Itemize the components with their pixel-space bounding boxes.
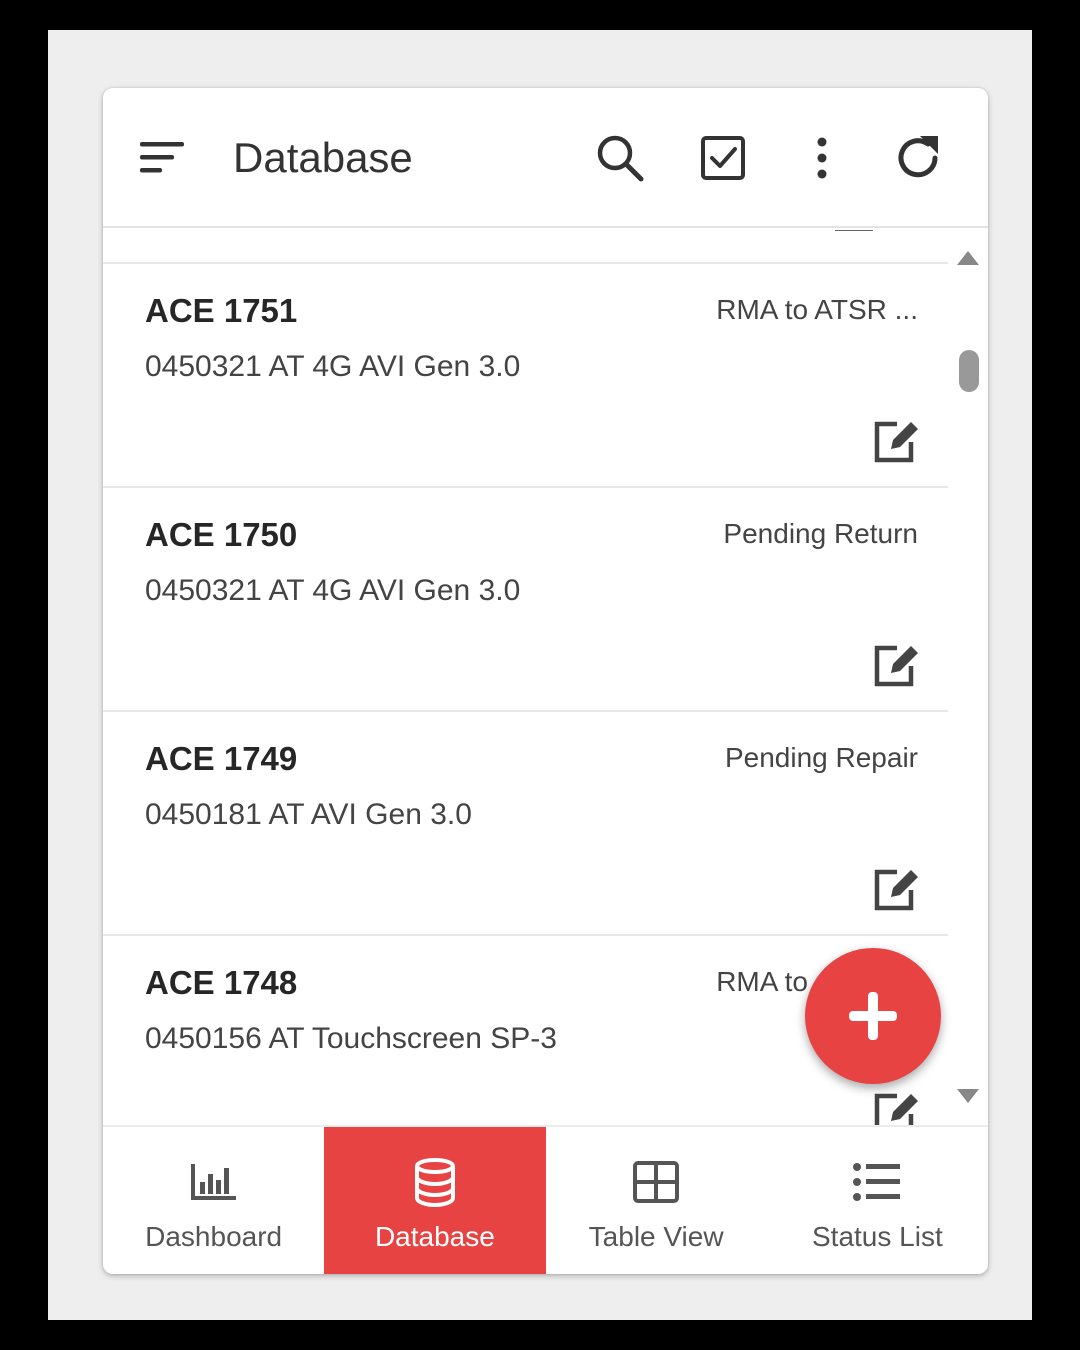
- record-description: 0450181 AT AVI Gen 3.0: [145, 798, 472, 831]
- list-icon: [852, 1157, 902, 1207]
- nav-dashboard[interactable]: Dashboard: [103, 1127, 324, 1274]
- record-status: Pending Return: [723, 518, 918, 549]
- more-vert-icon[interactable]: [792, 128, 852, 188]
- record-id: ACE 1751: [145, 292, 298, 329]
- top-app-bar: Database: [103, 88, 988, 228]
- bar-chart-icon: [189, 1157, 239, 1207]
- record-id: ACE 1750: [145, 516, 298, 553]
- record-description: 0450321 AT 4G AVI Gen 3.0: [145, 574, 521, 607]
- nav-label: Dashboard: [145, 1221, 283, 1252]
- nav-table-view[interactable]: Table View: [546, 1127, 767, 1274]
- page-title: Database: [233, 134, 413, 181]
- record-status: RMA to ATSR ...: [716, 294, 918, 325]
- record-id: ACE 1749: [145, 740, 298, 777]
- bottom-navigation: Dashboard Database Table View Status Lis…: [103, 1125, 988, 1274]
- list-item[interactable]: ACE 1750 0450321 AT 4G AVI Gen 3.0 Pendi…: [103, 486, 948, 710]
- list-item[interactable]: ACE 1749 0450181 AT AVI Gen 3.0 Pending …: [103, 710, 948, 934]
- menu-sort-icon[interactable]: [133, 128, 193, 188]
- scroll-down-arrow-icon[interactable]: [955, 1086, 981, 1106]
- edit-icon[interactable]: [871, 864, 923, 912]
- app-card: Database ACE 1751 0450321 AT 4G AVI Gen …: [103, 88, 988, 1274]
- record-id: ACE 1748: [145, 964, 298, 1001]
- record-status: Pending Repair: [724, 742, 918, 773]
- plus-icon: [849, 992, 897, 1040]
- refresh-icon[interactable]: [888, 128, 948, 188]
- app-screen: Database ACE 1751 0450321 AT 4G AVI Gen …: [48, 30, 1032, 1320]
- edit-icon[interactable]: [871, 1088, 923, 1125]
- nav-label: Database: [374, 1221, 495, 1252]
- database-icon: [410, 1157, 460, 1207]
- nav-status-list[interactable]: Status List: [767, 1127, 988, 1274]
- record-status: RMA to: [716, 966, 808, 997]
- edit-icon[interactable]: [871, 640, 923, 688]
- edit-icon[interactable]: [835, 230, 873, 231]
- record-description: 0450156 AT Touchscreen SP-3: [145, 1022, 557, 1055]
- nav-label: Status List: [812, 1221, 943, 1252]
- list-item[interactable]: ACE 1751 0450321 AT 4G AVI Gen 3.0 RMA t…: [103, 262, 948, 486]
- list-item-partial: [103, 230, 948, 262]
- nav-database[interactable]: Database: [324, 1127, 546, 1274]
- checkbox-icon[interactable]: [693, 128, 753, 188]
- table-grid-icon: [631, 1157, 681, 1207]
- nav-label: Table View: [588, 1221, 724, 1252]
- search-icon[interactable]: [590, 128, 650, 188]
- add-record-button[interactable]: [805, 948, 941, 1084]
- scrollbar-thumb[interactable]: [959, 350, 979, 392]
- record-description: 0450321 AT 4G AVI Gen 3.0: [145, 350, 521, 383]
- edit-icon[interactable]: [871, 416, 923, 464]
- scroll-up-arrow-icon[interactable]: [955, 248, 981, 268]
